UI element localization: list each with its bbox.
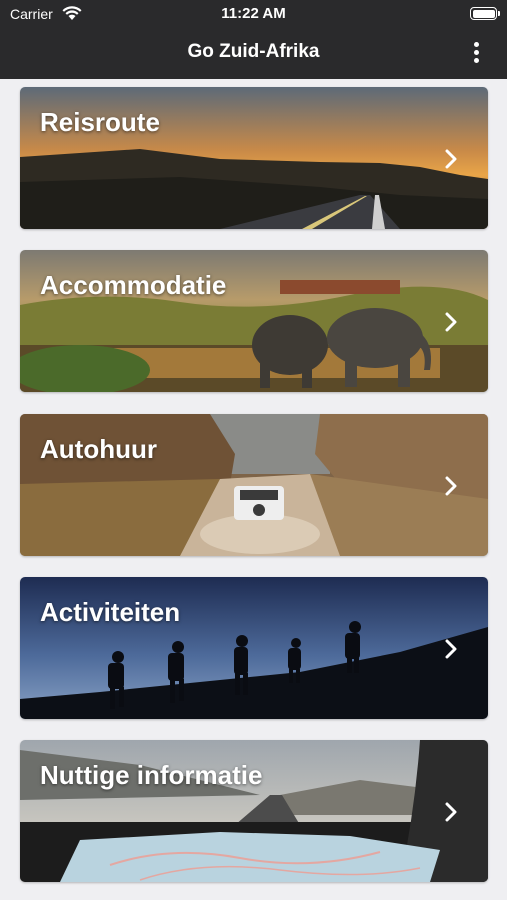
chevron-right-icon — [445, 802, 457, 822]
menu-card-reisroute[interactable]: Reisroute — [20, 87, 488, 229]
menu-card-accommodatie[interactable]: Accommodatie — [20, 250, 488, 392]
navigation-bar: Go Zuid-Afrika — [0, 28, 507, 79]
menu-card-activiteiten[interactable]: Activiteiten — [20, 577, 488, 719]
chevron-right-icon — [445, 639, 457, 659]
chevron-right-icon — [445, 149, 457, 169]
menu-card-label: Autohuur — [40, 434, 157, 464]
menu-card-label: Reisroute — [40, 107, 160, 137]
menu-card-label: Nuttige informatie — [40, 760, 263, 790]
chevron-right-icon — [445, 312, 457, 332]
status-bar: Carrier 11:22 AM — [0, 0, 507, 28]
menu-card-label: Accommodatie — [40, 270, 227, 300]
chevron-right-icon — [445, 476, 457, 496]
battery-icon — [470, 7, 500, 20]
status-time: 11:22 AM — [221, 5, 286, 22]
menu-card-label: Activiteiten — [40, 597, 181, 627]
menu-card-autohuur[interactable]: Autohuur — [20, 414, 488, 556]
more-options-icon[interactable] — [465, 40, 487, 66]
page-title: Go Zuid-Afrika — [187, 41, 320, 62]
menu-card-nuttige-informatie[interactable]: Nuttige informatie — [20, 740, 488, 882]
